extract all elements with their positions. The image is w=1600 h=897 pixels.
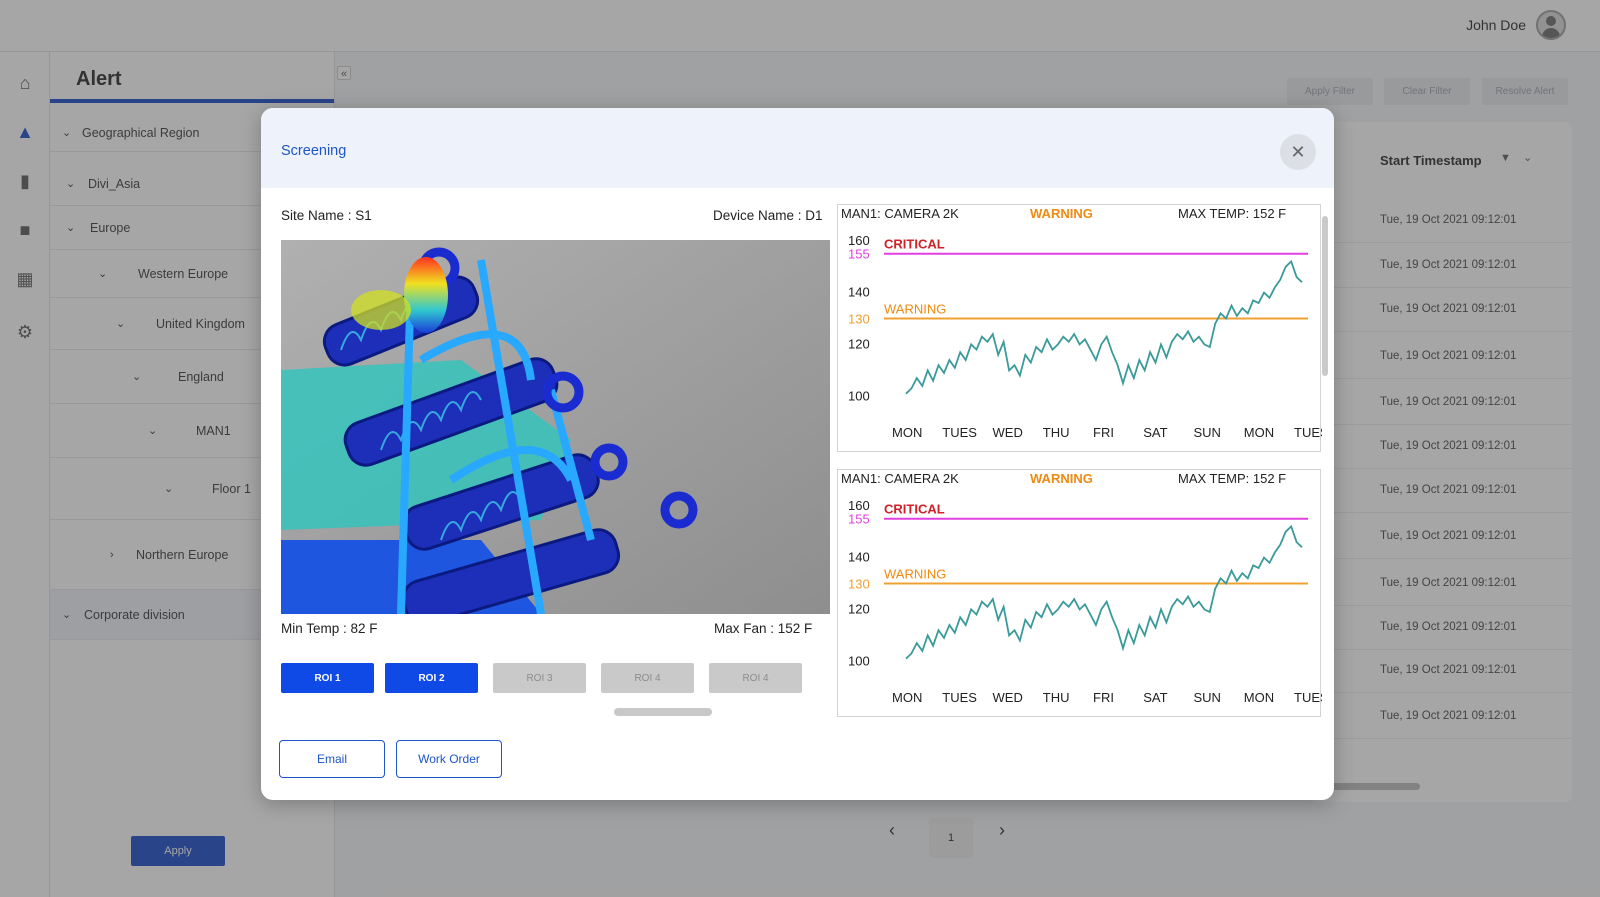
close-icon[interactable]: ✕: [1280, 134, 1316, 170]
temperature-chart-2: MAN1: CAMERA 2K WARNING MAX TEMP: 152 F 100…: [837, 469, 1322, 717]
chart-title: MAN1: CAMERA 2K: [841, 471, 959, 486]
y-tick-label: 100: [848, 388, 870, 403]
x-tick-label: MON: [1244, 690, 1274, 705]
x-tick-label: MON: [892, 425, 922, 440]
y-tick-label: 140: [848, 285, 870, 300]
roi-1-button[interactable]: ROI 1: [281, 663, 374, 693]
threshold-label: WARNING: [884, 567, 946, 582]
x-tick-label: WED: [993, 425, 1023, 440]
chart-max-temp: MAX TEMP: 152 F: [1178, 471, 1286, 486]
x-tick-label: WED: [993, 690, 1023, 705]
x-tick-label: TUES: [1294, 690, 1322, 705]
device-name: Device Name : D1: [713, 208, 823, 223]
x-tick-label: MON: [1244, 425, 1274, 440]
x-tick-label: MON: [892, 690, 922, 705]
work-order-button[interactable]: Work Order: [396, 740, 502, 778]
roi-4-button[interactable]: ROI 4: [601, 663, 694, 693]
chart-max-temp: MAX TEMP: 152 F: [1178, 206, 1286, 221]
x-tick-label: TUES: [1294, 425, 1322, 440]
y-tick-label: 120: [848, 336, 870, 351]
min-temp: Min Temp : 82 F: [281, 621, 378, 636]
temperature-series-line: [905, 259, 1303, 395]
x-tick-label: SAT: [1143, 690, 1167, 705]
roi-5-button[interactable]: ROI 4: [709, 663, 802, 693]
y-tick-label: 120: [848, 601, 870, 616]
x-tick-label: TUES: [942, 425, 977, 440]
chart-title: MAN1: CAMERA 2K: [841, 206, 959, 221]
temperature-chart-1: MAN1: CAMERA 2K WARNING MAX TEMP: 152 F 100…: [837, 204, 1322, 452]
modal-header: Screening ✕: [261, 108, 1334, 188]
temperature-series-line: [905, 524, 1303, 660]
x-tick-label: FRI: [1093, 690, 1114, 705]
x-tick-label: THU: [1043, 690, 1070, 705]
y-tick-label: 100: [848, 653, 870, 668]
modal-title: Screening: [281, 143, 347, 159]
threshold-label: CRITICAL: [884, 502, 945, 517]
threshold-value-label: 130: [848, 577, 870, 592]
roi-3-button[interactable]: ROI 3: [493, 663, 586, 693]
roi-scrollbar[interactable]: [614, 708, 712, 716]
threshold-value-label: 155: [848, 512, 870, 527]
chart-status: WARNING: [1030, 471, 1093, 486]
max-fan: Max Fan : 152 F: [714, 621, 813, 636]
thermal-image: [281, 240, 830, 614]
vertical-scrollbar[interactable]: [1322, 216, 1328, 376]
x-tick-label: FRI: [1093, 425, 1114, 440]
y-tick-label: 160: [848, 498, 870, 513]
x-tick-label: SUN: [1194, 425, 1221, 440]
x-tick-label: SAT: [1143, 425, 1167, 440]
screening-modal: Screening ✕ Site Name : S1 Device Name :…: [261, 108, 1334, 800]
x-tick-label: SUN: [1194, 690, 1221, 705]
x-tick-label: THU: [1043, 425, 1070, 440]
x-tick-label: TUES: [942, 690, 977, 705]
threshold-label: CRITICAL: [884, 237, 945, 252]
chart-status: WARNING: [1030, 206, 1093, 221]
site-name: Site Name : S1: [281, 208, 372, 223]
roi-2-button[interactable]: ROI 2: [385, 663, 478, 693]
y-tick-label: 140: [848, 550, 870, 565]
threshold-value-label: 130: [848, 312, 870, 327]
threshold-label: WARNING: [884, 302, 946, 317]
y-tick-label: 160: [848, 233, 870, 248]
email-button[interactable]: Email: [279, 740, 385, 778]
threshold-value-label: 155: [848, 247, 870, 262]
